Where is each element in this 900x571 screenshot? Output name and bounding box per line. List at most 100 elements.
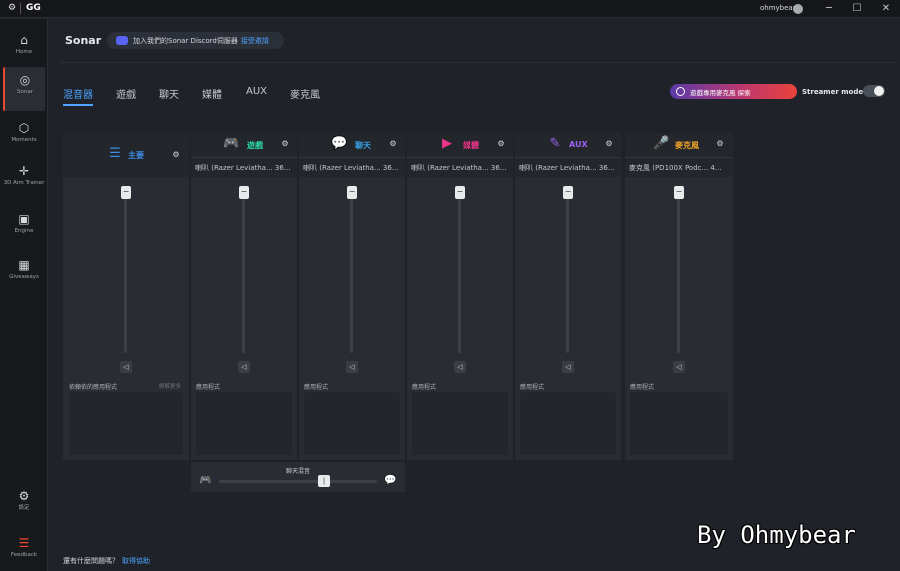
discord-banner[interactable]: 加入我們的Sonar Discord伺服器 接受邀請 — [107, 32, 284, 49]
volume-thumb[interactable]: − — [121, 186, 131, 199]
apps-label: 應用程式 — [196, 384, 221, 391]
device-select[interactable]: 喇叭 (Razer Leviatha... 36... — [519, 163, 617, 173]
home-icon: ⌂ — [20, 33, 28, 47]
sidebar-item-label: Feedback — [10, 552, 38, 558]
channel-header: 💬 聊天 ⚙ 喇叭 (Razer Leviatha... 36... — [299, 133, 405, 177]
moments-icon: ⬡ — [18, 121, 30, 135]
sidebar-item-sonar[interactable]: ◎ Sonar — [3, 67, 45, 111]
channel-title: AUX — [569, 140, 588, 149]
speaker-icon[interactable]: ◁ — [562, 361, 574, 373]
apps-label: 依頼依的應用程式 — [69, 384, 118, 391]
speaker-icon[interactable]: ◁ — [673, 361, 685, 373]
learn-more-link[interactable]: 瞭解更多 — [159, 382, 181, 390]
gear-icon[interactable]: ⚙ — [604, 139, 614, 149]
channel-title: 主要 — [128, 151, 144, 160]
discord-icon — [116, 36, 128, 45]
sidebar-item-home[interactable]: ⌂ Home — [3, 27, 45, 71]
device-select[interactable]: 麥克風 (PD100X Podc... 4... — [629, 163, 729, 173]
channel-header: 🎮 遊戲 ⚙ 喇叭 (Razer Leviatha... 36... — [191, 133, 297, 177]
sidebar-item-giveaways[interactable]: ▦ Giveaways — [3, 252, 45, 296]
discord-text: 加入我們的Sonar Discord伺服器 — [133, 37, 238, 45]
gear-icon[interactable]: ⚙ — [715, 139, 725, 149]
volume-thumb[interactable]: − — [239, 186, 249, 199]
channel-header: ✎ AUX ⚙ 喇叭 (Razer Leviatha... 36... — [515, 133, 621, 177]
tab-aux[interactable]: AUX — [246, 86, 267, 97]
sidebar-item-label: 設定 — [18, 505, 30, 511]
close-button[interactable]: ✕ — [879, 2, 893, 16]
tab-mic[interactable]: 麥克風 — [290, 86, 320, 101]
volume-track[interactable] — [242, 188, 245, 353]
crosshair-icon: ✛ — [18, 164, 30, 178]
channel-header: 🎤 麥克風 ⚙ 麥克風 (PD100X Podc... 4... — [625, 133, 733, 177]
device-select[interactable]: 喇叭 (Razer Leviatha... 36... — [303, 163, 401, 173]
steelseries-logo-icon: ⚙ — [8, 3, 17, 13]
apps-label: 應用程式 — [630, 384, 655, 391]
maximize-button[interactable]: ☐ — [850, 2, 864, 16]
gift-icon: ▦ — [18, 258, 30, 272]
speaker-icon[interactable]: ◁ — [120, 361, 132, 373]
channel-title: 麥克風 — [675, 141, 699, 150]
volume-track[interactable] — [124, 188, 127, 353]
user-name[interactable]: ohmybear — [760, 4, 796, 12]
toggle-knob — [874, 86, 884, 96]
minimize-button[interactable]: ─ — [822, 2, 836, 16]
mic-effect-icon — [676, 87, 685, 96]
volume-thumb[interactable]: − — [674, 186, 684, 199]
sidebar-item-label: Sonar — [17, 89, 33, 95]
channel-mic: 🎤 麥克風 ⚙ 麥克風 (PD100X Podc... 4... − ◁ 應用程… — [625, 133, 733, 460]
chatmix-panel: 聊天混音 🎮 | 💬 — [191, 462, 405, 492]
game-mic-explore-pill[interactable]: 遊戲專用麥克風 探索 — [670, 84, 797, 99]
volume-track[interactable] — [350, 188, 353, 353]
volume-thumb[interactable]: − — [347, 186, 357, 199]
play-icon: ▶ — [442, 136, 452, 151]
volume-thumb[interactable]: − — [563, 186, 573, 199]
speaker-icon[interactable]: ◁ — [346, 361, 358, 373]
avatar[interactable] — [793, 4, 803, 14]
apps-label: 應用程式 — [520, 384, 545, 391]
speaker-icon[interactable]: ◁ — [454, 361, 466, 373]
chip-icon: ▣ — [18, 212, 30, 226]
sidebar-item-engine[interactable]: ▣ Engine — [3, 206, 45, 250]
apps-list — [630, 392, 728, 455]
device-select[interactable]: 喇叭 (Razer Leviatha... 36... — [195, 163, 293, 173]
sidebar-item-label: Home — [15, 49, 33, 55]
microphone-icon: 🎤 — [653, 136, 670, 151]
tab-media[interactable]: 媒體 — [202, 86, 222, 101]
help-footer: 還有什麼問題嗎？ 取得協助 — [63, 556, 150, 566]
discord-invite-link[interactable]: 接受邀請 — [241, 37, 269, 45]
chat-icon: 💬 — [384, 475, 397, 486]
chatmix-track[interactable] — [219, 480, 377, 483]
sidebar-item-settings[interactable]: ⚙ 設定 — [3, 483, 45, 527]
volume-thumb[interactable]: − — [455, 186, 465, 199]
gear-icon[interactable]: ⚙ — [171, 150, 181, 160]
sidebar-item-feedback[interactable]: ☰ Feedback — [3, 530, 45, 571]
gear-icon[interactable]: ⚙ — [496, 139, 506, 149]
streamer-mode-toggle[interactable] — [863, 85, 885, 97]
mic-pill-explore: 探索 — [737, 89, 751, 97]
chatmix-title: 聊天混音 — [285, 468, 310, 475]
apps-label: 應用程式 — [304, 384, 329, 391]
volume-track[interactable] — [566, 188, 569, 353]
get-help-link[interactable]: 取得協助 — [122, 557, 150, 565]
apps-list — [69, 392, 183, 455]
tab-chat[interactable]: 聊天 — [159, 86, 179, 101]
gear-icon[interactable]: ⚙ — [280, 139, 290, 149]
sidebar-item-aim-trainer[interactable]: ✛ 3D Aim Trainer — [3, 158, 45, 202]
title-divider — [20, 3, 21, 14]
streamer-mode-label: Streamer mode — [802, 88, 864, 96]
device-select[interactable]: 喇叭 (Razer Leviatha... 36... — [411, 163, 509, 173]
sidebar-item-moments[interactable]: ⬡ Moments — [3, 115, 45, 159]
volume-track[interactable] — [458, 188, 461, 353]
speaker-icon[interactable]: ◁ — [238, 361, 250, 373]
volume-track[interactable] — [677, 188, 680, 353]
tab-mixer[interactable]: 混音器 — [63, 86, 93, 106]
gear-icon[interactable]: ⚙ — [388, 139, 398, 149]
apps-label: 應用程式 — [412, 384, 437, 391]
channel-title: 聊天 — [355, 141, 371, 150]
channel-header: ☰ 主要 ⚙ — [63, 133, 189, 177]
channel-aux: ✎ AUX ⚙ 喇叭 (Razer Leviatha... 36... − ◁ … — [515, 133, 621, 460]
chatmix-thumb[interactable]: | — [318, 475, 330, 487]
tab-game[interactable]: 遊戲 — [116, 86, 136, 101]
header-divider — [60, 62, 896, 63]
sidebar: ⌂ Home ◎ Sonar ⬡ Moments ✛ 3D Aim Traine… — [0, 19, 48, 571]
